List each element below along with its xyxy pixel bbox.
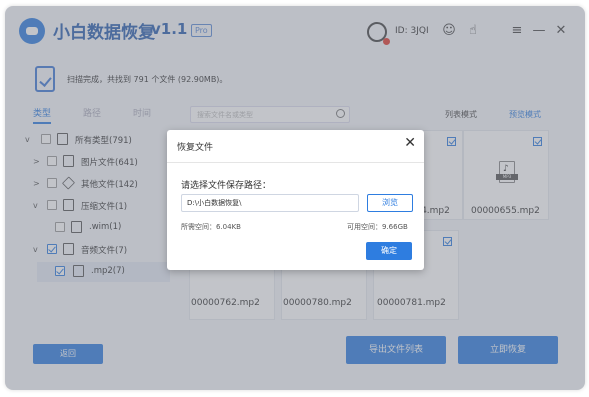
confirm-button[interactable]: 确定	[366, 242, 412, 260]
close-icon[interactable]: ✕	[404, 135, 416, 151]
available-space: 可用空间：9.66GB	[347, 223, 408, 231]
dialog-divider	[167, 162, 424, 163]
browse-button[interactable]: 浏览	[367, 194, 413, 212]
save-path-input[interactable]: D:\小白数据恢复\	[181, 194, 359, 212]
required-space: 所需空间：6.04KB	[181, 223, 241, 231]
recover-file-dialog: 恢复文件 ✕ 请选择文件保存路径： D:\小白数据恢复\ 浏览 所需空间：6.0…	[167, 130, 424, 270]
dialog-title: 恢复文件	[177, 143, 214, 153]
save-path-prompt: 请选择文件保存路径：	[181, 181, 272, 191]
app-window: 小白数据恢复 v1.1 Pro ID: 3JQI ☺ ☝ ≡ — ✕ 扫描完成，…	[5, 6, 585, 390]
